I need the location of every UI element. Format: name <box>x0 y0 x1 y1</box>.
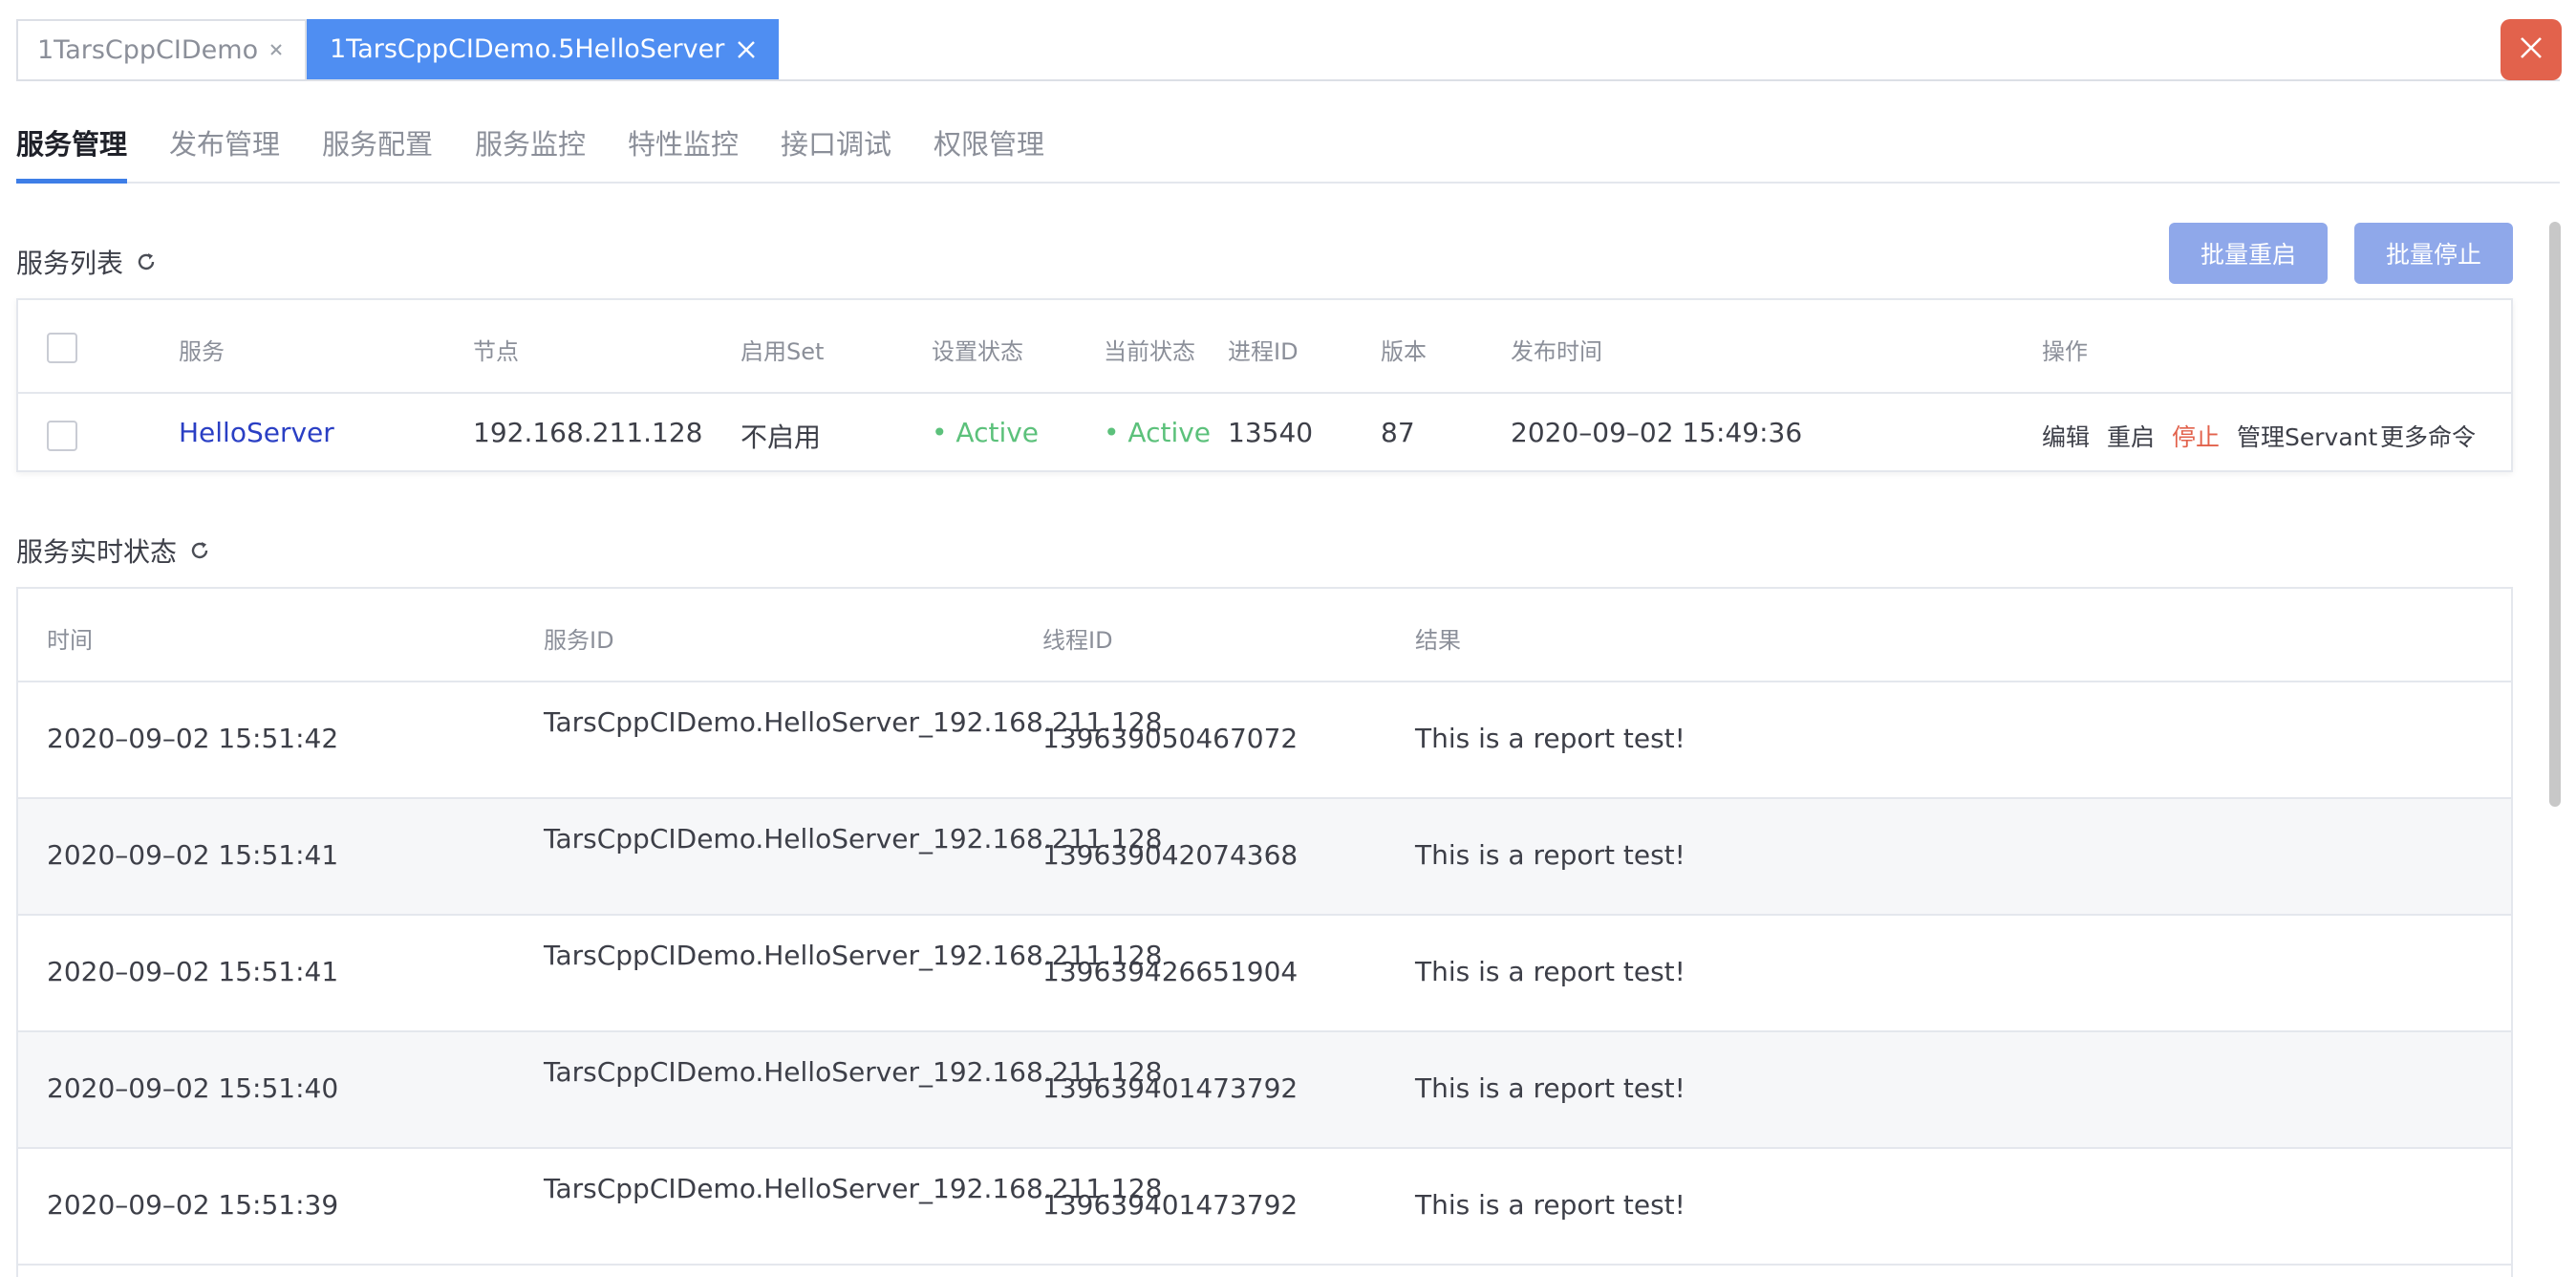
row-service-id: TarsCppCIDemo.HelloServer_192.168.211.12… <box>544 940 1163 971</box>
close-icon <box>2517 33 2545 66</box>
batch-stop-button[interactable]: 批量停止 <box>2354 223 2513 284</box>
service-table: 服务 节点 启用Set 设置状态 当前状态 进程ID 版本 发布时间 操作 He… <box>16 298 2513 472</box>
node-ip: 192.168.211.128 <box>473 417 703 448</box>
realtime-status-table: 时间 服务ID 线程ID 结果 2020–09–02 15:51:42 Tars… <box>16 587 2513 1277</box>
tab-service-config[interactable]: 服务配置 <box>322 122 433 182</box>
row-result: This is a report test! <box>1415 1189 1685 1221</box>
column-header: 服务ID <box>544 627 614 654</box>
service-list-title: 服务列表 <box>16 248 124 279</box>
stop-link[interactable]: 停止 <box>2172 419 2220 453</box>
row-service-id: TarsCppCIDemo.HelloServer_192.168.211.12… <box>544 1056 1163 1088</box>
close-icon[interactable] <box>733 36 760 63</box>
tab-interface-debug[interactable]: 接口调试 <box>781 122 891 182</box>
table-row: 2020–09–02 15:51:39 TarsCppCIDemo.HelloS… <box>18 1149 2511 1266</box>
column-header: 发布时间 <box>1511 338 1602 365</box>
setting-status: • Active <box>932 417 1040 448</box>
column-header: 进程ID <box>1228 338 1299 365</box>
manage-servant-link[interactable]: 管理Servant <box>2237 419 2377 453</box>
close-icon[interactable] <box>267 40 286 59</box>
realtime-status-heading: 服务实时状态 <box>16 531 213 570</box>
current-status: • Active <box>1104 417 1212 448</box>
column-header: 结果 <box>1415 627 1461 654</box>
row-checkbox[interactable] <box>47 421 77 451</box>
refresh-icon[interactable] <box>135 249 160 274</box>
tab-permission-management[interactable]: 权限管理 <box>934 122 1044 182</box>
doc-tab-label: 1TarsCppCIDemo <box>37 35 259 65</box>
select-all-checkbox[interactable] <box>47 333 77 363</box>
doc-tab-app[interactable]: 1TarsCppCIDemo <box>16 19 307 79</box>
row-time: 2020–09–02 15:51:42 <box>47 723 339 754</box>
doc-tab-label: 1TarsCppCIDemo.5HelloServer <box>330 34 725 64</box>
edit-link[interactable]: 编辑 <box>2042 419 2090 453</box>
version: 87 <box>1381 417 1415 448</box>
row-result: This is a report test! <box>1415 839 1685 871</box>
table-row: 2020–09–02 15:51:40 TarsCppCIDemo.HelloS… <box>18 1032 2511 1149</box>
tab-release-management[interactable]: 发布管理 <box>169 122 280 182</box>
column-header: 版本 <box>1381 338 1427 365</box>
row-thread-id: 139639050467072 <box>1042 723 1299 754</box>
row-result: This is a report test! <box>1415 956 1685 987</box>
table-header: 时间 服务ID 线程ID 结果 <box>18 589 2511 682</box>
doc-tab-server[interactable]: 1TarsCppCIDemo.5HelloServer <box>307 19 779 79</box>
process-id: 13540 <box>1228 417 1314 448</box>
column-header: 启用Set <box>741 338 825 365</box>
table-row: 2020–09–02 15:51:42 TarsCppCIDemo.HelloS… <box>18 682 2511 799</box>
row-time: 2020–09–02 15:51:41 <box>47 839 339 871</box>
row-service-id: TarsCppCIDemo.HelloServer_192.168.211.12… <box>544 823 1163 855</box>
row-time: 2020–09–02 15:51:40 <box>47 1072 339 1104</box>
row-service-id: TarsCppCIDemo.HelloServer_192.168.211.12… <box>544 706 1163 738</box>
table-row: 2020–09–02 15:51:41 TarsCppCIDemo.HelloS… <box>18 916 2511 1032</box>
row-result: This is a report test! <box>1415 1072 1685 1104</box>
column-header: 设置状态 <box>932 338 1023 365</box>
row-thread-id: 139639426651904 <box>1042 956 1299 987</box>
scrollbar-thumb[interactable] <box>2549 222 2561 807</box>
table-row: HelloServer 192.168.211.128 不启用 • Active… <box>18 394 2511 472</box>
service-name-link[interactable]: HelloServer <box>179 417 334 448</box>
row-thread-id: 139639401473792 <box>1042 1189 1299 1221</box>
table-header: 服务 节点 启用Set 设置状态 当前状态 进程ID 版本 发布时间 操作 <box>18 300 2511 394</box>
more-commands-link[interactable]: 更多命令 <box>2380 419 2476 453</box>
table-row: 2020–09–02 15:51:41 TarsCppCIDemo.HelloS… <box>18 799 2511 916</box>
row-service-id: TarsCppCIDemo.HelloServer_192.168.211.12… <box>544 1173 1163 1204</box>
window-close-button[interactable] <box>2501 19 2562 80</box>
column-header: 服务 <box>179 338 225 365</box>
column-header: 节点 <box>473 338 519 365</box>
column-header: 线程ID <box>1042 627 1113 654</box>
service-list-heading: 服务列表 <box>16 243 160 281</box>
row-result: This is a report test! <box>1415 723 1685 754</box>
set-enabled: 不启用 <box>741 422 822 453</box>
refresh-icon[interactable] <box>188 538 213 563</box>
batch-restart-button[interactable]: 批量重启 <box>2169 223 2328 284</box>
document-tab-bar: 1TarsCppCIDemo 1TarsCppCIDemo.5HelloServ… <box>16 19 2560 81</box>
row-time: 2020–09–02 15:51:41 <box>47 956 339 987</box>
row-thread-id: 139639401473792 <box>1042 1072 1299 1104</box>
realtime-status-title: 服务实时状态 <box>16 536 178 568</box>
publish-time: 2020–09–02 15:49:36 <box>1511 417 1803 448</box>
column-header: 操作 <box>2042 338 2088 365</box>
tab-property-monitor[interactable]: 特性监控 <box>628 122 739 182</box>
column-header: 当前状态 <box>1104 338 1195 365</box>
restart-link[interactable]: 重启 <box>2107 419 2155 453</box>
tab-service-monitor[interactable]: 服务监控 <box>475 122 586 182</box>
section-tab-bar: 服务管理 发布管理 服务配置 服务监控 特性监控 接口调试 权限管理 <box>16 113 2560 184</box>
column-header: 时间 <box>47 627 93 654</box>
app-page: 1TarsCppCIDemo 1TarsCppCIDemo.5HelloServ… <box>0 0 2576 1277</box>
row-thread-id: 139639042074368 <box>1042 839 1299 871</box>
row-time: 2020–09–02 15:51:39 <box>47 1189 339 1221</box>
tab-service-management[interactable]: 服务管理 <box>16 122 128 184</box>
